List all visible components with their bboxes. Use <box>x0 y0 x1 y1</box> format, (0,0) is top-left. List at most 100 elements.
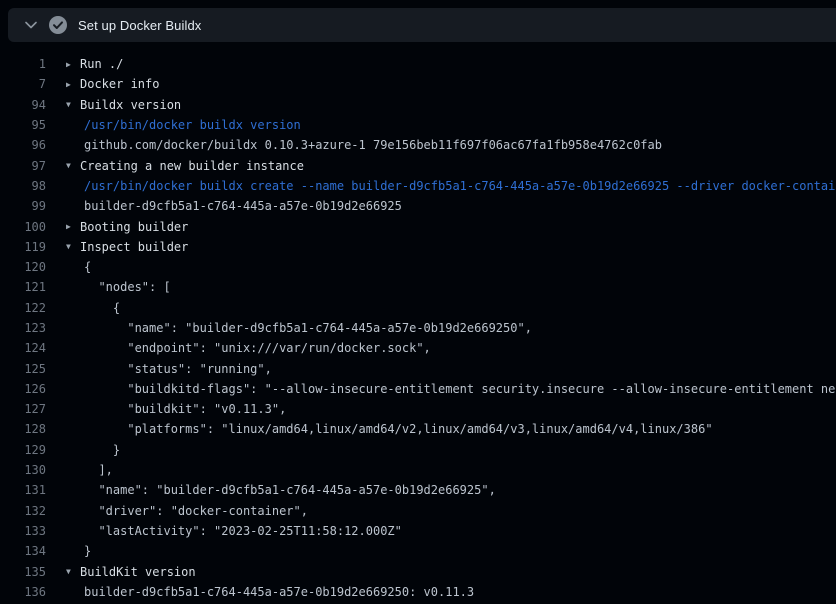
log-output: builder-d9cfb5a1-c764-445a-a57e-0b19d2e6… <box>66 585 474 599</box>
line-number[interactable]: 129 <box>0 443 46 457</box>
log-line: 122 { <box>0 298 836 318</box>
log-group-header[interactable]: ▼Buildx version <box>66 98 181 112</box>
line-number[interactable]: 99 <box>0 199 46 213</box>
log-text: } <box>84 443 120 457</box>
log-group-header[interactable]: ▼Creating a new builder instance <box>66 159 304 173</box>
log-text: BuildKit version <box>80 565 196 579</box>
log-text: Buildx version <box>80 98 181 112</box>
log-text: "lastActivity": "2023-02-25T11:58:12.000… <box>84 524 402 538</box>
log-text: "endpoint": "unix:///var/run/docker.sock… <box>84 341 431 355</box>
log-output: ], <box>66 463 113 477</box>
check-circle-icon <box>49 16 67 34</box>
log-group-header[interactable]: ▼BuildKit version <box>66 565 196 579</box>
log-line: 100 ▶Booting builder <box>0 216 836 236</box>
line-number[interactable]: 131 <box>0 483 46 497</box>
log-line: 99 builder-d9cfb5a1-c764-445a-a57e-0b19d… <box>0 196 836 216</box>
log-group-header[interactable]: ▶Run ./ <box>66 57 123 71</box>
log-output: { <box>66 260 91 274</box>
line-number[interactable]: 125 <box>0 362 46 376</box>
log-text: "buildkitd-flags": "--allow-insecure-ent… <box>84 382 836 396</box>
line-number[interactable]: 133 <box>0 524 46 538</box>
log-group-header[interactable]: ▶Docker info <box>66 77 159 91</box>
log-text: "name": "builder-d9cfb5a1-c764-445a-a57e… <box>84 321 532 335</box>
log-line: 128 "platforms": "linux/amd64,linux/amd6… <box>0 419 836 439</box>
line-number[interactable]: 120 <box>0 260 46 274</box>
log-line: 126 "buildkitd-flags": "--allow-insecure… <box>0 379 836 399</box>
log-text: ], <box>84 463 113 477</box>
log-text: Run ./ <box>80 57 123 71</box>
log-output: "lastActivity": "2023-02-25T11:58:12.000… <box>66 524 402 538</box>
line-number[interactable]: 7 <box>0 77 46 91</box>
log-output: "nodes": [ <box>66 280 171 294</box>
log-output: "platforms": "linux/amd64,linux/amd64/v2… <box>66 422 713 436</box>
triangle-down-icon: ▼ <box>66 161 80 170</box>
line-number[interactable]: 124 <box>0 341 46 355</box>
line-number[interactable]: 134 <box>0 544 46 558</box>
line-number[interactable]: 94 <box>0 98 46 112</box>
triangle-right-icon: ▶ <box>66 80 80 89</box>
chevron-down-icon[interactable] <box>24 18 38 32</box>
log-line: 127 "buildkit": "v0.11.3", <box>0 399 836 419</box>
log-text: { <box>84 301 120 315</box>
log-group-header[interactable]: ▼Inspect builder <box>66 240 188 254</box>
log-line: 132 "driver": "docker-container", <box>0 501 836 521</box>
log-line: 120 { <box>0 257 836 277</box>
line-number[interactable]: 128 <box>0 422 46 436</box>
line-number[interactable]: 122 <box>0 301 46 315</box>
log-group-header[interactable]: ▶Booting builder <box>66 220 188 234</box>
log-output: "name": "builder-d9cfb5a1-c764-445a-a57e… <box>66 321 532 335</box>
log-text: Creating a new builder instance <box>80 159 304 173</box>
line-number[interactable]: 126 <box>0 382 46 396</box>
log-line: 119 ▼Inspect builder <box>0 237 836 257</box>
step-header[interactable]: Set up Docker Buildx <box>8 8 836 42</box>
log-line: 95 /usr/bin/docker buildx version <box>0 115 836 135</box>
line-number[interactable]: 132 <box>0 504 46 518</box>
log-text: "nodes": [ <box>84 280 171 294</box>
line-number[interactable]: 98 <box>0 179 46 193</box>
log-text: "buildkit": "v0.11.3", <box>84 402 286 416</box>
triangle-down-icon: ▼ <box>66 567 80 576</box>
log-line: 130 ], <box>0 460 836 480</box>
log-text: "status": "running", <box>84 362 272 376</box>
log-line: 94 ▼Buildx version <box>0 95 836 115</box>
log-output: } <box>66 544 91 558</box>
log-text: github.com/docker/buildx 0.10.3+azure-1 … <box>84 138 662 152</box>
log-output: "endpoint": "unix:///var/run/docker.sock… <box>66 341 431 355</box>
line-number[interactable]: 123 <box>0 321 46 335</box>
log-area: 1 ▶Run ./ 7 ▶Docker info 94 ▼Buildx vers… <box>0 42 836 602</box>
triangle-down-icon: ▼ <box>66 100 80 109</box>
line-number[interactable]: 97 <box>0 159 46 173</box>
log-output: github.com/docker/buildx 0.10.3+azure-1 … <box>66 138 662 152</box>
log-line: 97 ▼Creating a new builder instance <box>0 155 836 175</box>
line-number[interactable]: 127 <box>0 402 46 416</box>
line-number[interactable]: 119 <box>0 240 46 254</box>
triangle-down-icon: ▼ <box>66 242 80 251</box>
line-number[interactable]: 100 <box>0 220 46 234</box>
line-number[interactable]: 130 <box>0 463 46 477</box>
log-line: 134 } <box>0 541 836 561</box>
line-number[interactable]: 136 <box>0 585 46 599</box>
line-number[interactable]: 121 <box>0 280 46 294</box>
log-line: 98 /usr/bin/docker buildx create --name … <box>0 176 836 196</box>
log-line: 96 github.com/docker/buildx 0.10.3+azure… <box>0 135 836 155</box>
triangle-right-icon: ▶ <box>66 222 80 231</box>
line-number[interactable]: 95 <box>0 118 46 132</box>
log-line: 7 ▶Docker info <box>0 74 836 94</box>
log-line: 125 "status": "running", <box>0 358 836 378</box>
triangle-right-icon: ▶ <box>66 60 80 69</box>
log-output: "buildkit": "v0.11.3", <box>66 402 286 416</box>
log-line: 123 "name": "builder-d9cfb5a1-c764-445a-… <box>0 318 836 338</box>
log-line: 136 builder-d9cfb5a1-c764-445a-a57e-0b19… <box>0 582 836 602</box>
log-text: Inspect builder <box>80 240 188 254</box>
log-line: 131 "name": "builder-d9cfb5a1-c764-445a-… <box>0 480 836 500</box>
log-output: builder-d9cfb5a1-c764-445a-a57e-0b19d2e6… <box>66 199 402 213</box>
log-text: /usr/bin/docker buildx create --name bui… <box>84 179 836 193</box>
log-command: /usr/bin/docker buildx version <box>66 118 301 132</box>
log-line: 121 "nodes": [ <box>0 277 836 297</box>
line-number[interactable]: 135 <box>0 565 46 579</box>
log-line: 129 } <box>0 440 836 460</box>
log-output: "driver": "docker-container", <box>66 504 308 518</box>
line-number[interactable]: 96 <box>0 138 46 152</box>
line-number[interactable]: 1 <box>0 57 46 71</box>
log-text: { <box>84 260 91 274</box>
